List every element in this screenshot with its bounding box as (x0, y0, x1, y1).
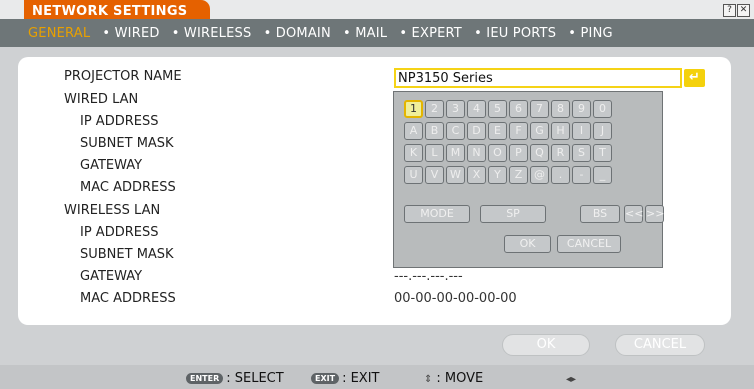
exit-hint: EXIT: EXIT (311, 371, 380, 386)
keyboard-key[interactable]: - (572, 166, 591, 184)
keyboard-key[interactable]: P (509, 144, 528, 162)
keyboard-key[interactable]: G (530, 122, 549, 140)
keyboard-key[interactable]: A (404, 122, 423, 140)
keyboard-key[interactable]: O (488, 144, 507, 162)
tab-expert[interactable]: • EXPERT (399, 26, 462, 41)
wireless-mac-address-value: 00-00-00-00-00-00 (394, 291, 517, 306)
keyboard-key[interactable]: N (467, 144, 486, 162)
wireless-gateway-label: GATEWAY (80, 269, 143, 284)
keyboard-key[interactable]: 5 (488, 100, 507, 118)
keyboard-mode-button[interactable]: MODE (404, 205, 470, 223)
keyboard-key[interactable]: D (467, 122, 486, 140)
tab-domain[interactable]: • DOMAIN (264, 26, 331, 41)
cursor-left-button[interactable]: << (624, 205, 643, 223)
enter-key-icon: ENTER (186, 373, 224, 384)
tab-bar: GENERAL • WIRED • WIRELESS • DOMAIN • MA… (0, 19, 754, 47)
wired-gateway-label: GATEWAY (80, 158, 143, 173)
keyboard-key[interactable]: Y (488, 166, 507, 184)
tab-wireless[interactable]: • WIRELESS (172, 26, 252, 41)
keyboard-key[interactable]: 2 (425, 100, 444, 118)
close-icon[interactable]: ✕ (737, 4, 750, 17)
keyboard-key[interactable]: V (425, 166, 444, 184)
cancel-button[interactable]: CANCEL (615, 334, 705, 356)
move-hint-text: : MOVE (436, 371, 484, 386)
ok-button[interactable]: OK (502, 334, 590, 356)
keyboard-key[interactable]: 7 (530, 100, 549, 118)
keyboard-key[interactable]: 3 (446, 100, 465, 118)
keyboard-key[interactable]: T (593, 144, 612, 162)
keyboard-key[interactable]: K (404, 144, 423, 162)
wired-mac-address-label: MAC ADDRESS (80, 180, 176, 195)
tab-ping[interactable]: • PING (568, 26, 612, 41)
keyboard-ok-button[interactable]: OK (504, 235, 551, 253)
tab-general[interactable]: GENERAL (28, 26, 90, 41)
keyboard-key[interactable]: 8 (551, 100, 570, 118)
wireless-gateway-value: ---.---.---.--- (394, 269, 463, 284)
cursor-right-button[interactable]: >> (645, 205, 664, 223)
enter-return-icon[interactable]: ↵ (684, 69, 705, 87)
keyboard-key[interactable]: S (572, 144, 591, 162)
keyboard-key[interactable]: E (488, 122, 507, 140)
wireless-subnet-mask-label: SUBNET MASK (80, 247, 174, 262)
tab-wired[interactable]: • WIRED (102, 26, 159, 41)
keyboard-key[interactable]: 6 (509, 100, 528, 118)
wired-lan-label: WIRED LAN (64, 92, 139, 107)
keyboard-backspace-button[interactable]: BS (580, 205, 620, 223)
keyboard-key[interactable]: 4 (467, 100, 486, 118)
exit-key-icon: EXIT (311, 373, 340, 384)
left-right-hint: ◂▸ (566, 371, 580, 386)
help-icon[interactable]: ? (723, 4, 736, 17)
status-bar: ENTER: SELECT EXIT: EXIT ⇕: MOVE ◂▸ (0, 365, 754, 389)
keyboard-key[interactable]: Z (509, 166, 528, 184)
wireless-lan-label: WIRELESS LAN (64, 203, 161, 218)
keyboard-key[interactable]: X (467, 166, 486, 184)
keyboard-key[interactable]: F (509, 122, 528, 140)
keyboard-key[interactable]: W (446, 166, 465, 184)
projector-name-input[interactable]: NP3150 Series (394, 68, 682, 88)
wired-ip-address-label: IP ADDRESS (80, 114, 159, 129)
keyboard-key[interactable]: I (572, 122, 591, 140)
keyboard-key[interactable]: L (425, 144, 444, 162)
up-down-arrow-icon: ⇕ (424, 374, 433, 385)
keyboard-key[interactable]: _ (593, 166, 612, 184)
keyboard-key[interactable]: @ (530, 166, 549, 184)
keyboard-key[interactable]: 0 (593, 100, 612, 118)
title-bar: NETWORK SETTINGS ? ✕ (0, 0, 754, 22)
tab-mail[interactable]: • MAIL (343, 26, 387, 41)
keyboard-key[interactable]: Q (530, 144, 549, 162)
keyboard-key[interactable]: . (551, 166, 570, 184)
keyboard-key[interactable]: R (551, 144, 570, 162)
keyboard-key[interactable]: 1 (404, 100, 423, 118)
select-hint: ENTER: SELECT (186, 371, 284, 386)
keyboard-key[interactable]: J (593, 122, 612, 140)
keyboard-key[interactable]: 9 (572, 100, 591, 118)
keyboard-key[interactable]: B (425, 122, 444, 140)
move-hint: ⇕: MOVE (424, 371, 483, 386)
tab-ieu-ports[interactable]: • IEU PORTS (474, 26, 556, 41)
wired-subnet-mask-label: SUBNET MASK (80, 136, 174, 151)
projector-name-label: PROJECTOR NAME (64, 69, 182, 84)
exit-hint-text: : EXIT (342, 371, 380, 386)
wireless-mac-address-label: MAC ADDRESS (80, 291, 176, 306)
keyboard-key[interactable]: H (551, 122, 570, 140)
keyboard-key[interactable]: M (446, 144, 465, 162)
keyboard-key[interactable]: U (404, 166, 423, 184)
keyboard-space-button[interactable]: SP (480, 205, 546, 223)
tab-row: GENERAL • WIRED • WIRELESS • DOMAIN • MA… (28, 26, 621, 41)
wireless-ip-address-label: IP ADDRESS (80, 225, 159, 240)
left-right-arrow-icon: ◂▸ (566, 374, 577, 385)
keyboard-cancel-button[interactable]: CANCEL (557, 235, 621, 253)
select-hint-text: : SELECT (226, 371, 284, 386)
keyboard-key[interactable]: C (446, 122, 465, 140)
